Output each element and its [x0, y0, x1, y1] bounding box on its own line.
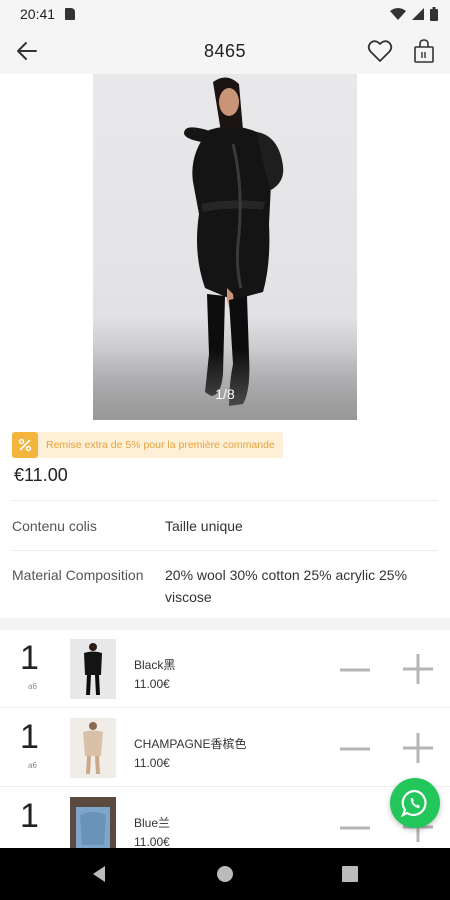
variant-row: 1 a6 Black黑 11.00€ [0, 630, 450, 708]
product-image-gallery[interactable]: 1/8 [0, 74, 450, 420]
increase-quantity-button[interactable] [401, 652, 435, 686]
variant-row: 1 a6 CHAMPAGNE香槟色 11.00€ [0, 709, 450, 787]
battery-icon [430, 7, 438, 21]
variant-price: 11.00€ [134, 835, 170, 849]
status-icons [390, 7, 438, 21]
variant-price: 11.00€ [134, 677, 170, 691]
product-price: €11.00 [14, 465, 68, 485]
shopping-bag-icon[interactable] [413, 38, 435, 64]
status-time: 20:41 [20, 6, 56, 22]
system-navigation-bar [0, 848, 450, 900]
variant-price: 11.00€ [134, 756, 170, 770]
attribute-value: 20% wool 30% cotton 25% acrylic 25% visc… [165, 567, 408, 605]
nav-back-icon[interactable] [87, 862, 111, 886]
nav-home-icon[interactable] [213, 862, 237, 886]
decrease-quantity-button[interactable] [338, 816, 372, 840]
promo-badge: Remise extra de 5% pour la première comm… [12, 432, 283, 458]
variant-quantity-sub: a6 [28, 761, 37, 770]
gallery-counter: 1/8 [215, 386, 235, 402]
variant-thumbnail[interactable] [70, 718, 116, 778]
wifi-icon [390, 8, 406, 20]
promo-text: Remise extra de 5% pour la première comm… [46, 439, 275, 451]
variant-quantity: 1 [20, 718, 39, 756]
gallery-shade [93, 350, 357, 420]
attribute-row-package: Contenu colis Taille unique [12, 500, 438, 550]
decrease-quantity-button[interactable] [338, 737, 372, 761]
variant-name: Black黑 [134, 658, 176, 672]
whatsapp-icon [400, 789, 427, 818]
variant-thumbnail[interactable] [70, 639, 116, 699]
whatsapp-chat-button[interactable] [390, 778, 440, 828]
attribute-label: Material Composition [12, 567, 144, 583]
decrease-quantity-button[interactable] [338, 658, 372, 682]
attribute-value: Taille unique [165, 518, 243, 534]
attribute-label: Contenu colis [12, 518, 97, 534]
signal-icon [412, 8, 424, 20]
favorite-heart-icon[interactable] [367, 39, 393, 63]
increase-quantity-button[interactable] [401, 731, 435, 765]
variant-quantity: 1 [20, 639, 39, 677]
variant-name: Blue兰 [134, 816, 171, 830]
variant-quantity: 1 [20, 797, 39, 835]
sd-card-icon [65, 8, 76, 20]
section-divider [0, 618, 450, 630]
app-bar: 8465 [0, 28, 450, 74]
attribute-row-material: Material Composition 20% wool 30% cotton… [12, 550, 438, 618]
product-photo[interactable] [93, 74, 357, 420]
back-arrow-icon[interactable] [14, 38, 40, 64]
nav-recents-icon[interactable] [338, 862, 362, 886]
discount-percent-icon [12, 432, 38, 458]
variant-quantity-sub: a6 [28, 682, 37, 691]
status-bar: 20:41 [0, 0, 450, 28]
variant-name: CHAMPAGNE香槟色 [134, 737, 247, 751]
